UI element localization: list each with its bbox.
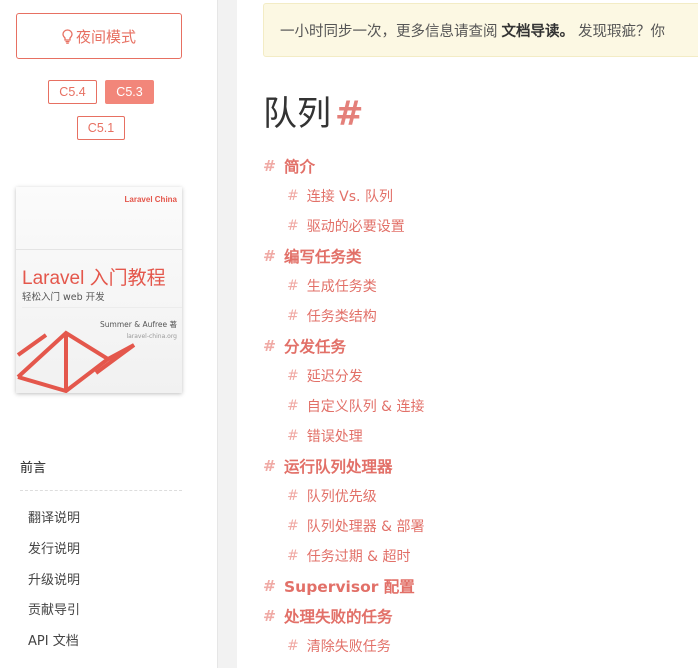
- toc-subitem[interactable]: # 队列处理器 & 部署: [287, 516, 425, 536]
- toc-link[interactable]: 生成任务类: [307, 276, 377, 296]
- version-c54-button[interactable]: C5.4: [48, 80, 97, 104]
- toc-link[interactable]: 错误处理: [307, 426, 363, 446]
- toc-anchor[interactable]: #: [287, 398, 299, 414]
- docs-guide-link[interactable]: 文档导读。: [502, 20, 575, 41]
- notice-text-tail: 发现瑕疵？你: [578, 23, 665, 40]
- toc-subitem[interactable]: # 延迟分发: [287, 366, 363, 386]
- nav-section-heading[interactable]: 前言: [20, 457, 46, 476]
- toc-link[interactable]: 清除失败任务: [307, 636, 391, 656]
- toc-anchor[interactable]: #: [287, 368, 299, 384]
- book-divider: [16, 249, 182, 250]
- toc-item[interactable]: # 运行队列处理器: [263, 455, 393, 477]
- version-c51-button[interactable]: C5.1: [77, 116, 125, 140]
- page-title: 队列 #: [263, 86, 364, 135]
- nav-divider: [20, 490, 182, 491]
- toc-link[interactable]: 队列处理器 & 部署: [307, 516, 425, 536]
- toc-link[interactable]: 运行队列处理器: [284, 455, 393, 477]
- toc-item[interactable]: # Supervisor 配置: [263, 575, 415, 597]
- nav-item-upgrade-guide[interactable]: 升级说明: [28, 569, 80, 588]
- toc-subitem[interactable]: # 连接 Vs. 队列: [287, 186, 393, 206]
- toc-anchor[interactable]: #: [287, 428, 299, 444]
- toc-anchor[interactable]: #: [287, 278, 299, 294]
- toc-link[interactable]: 连接 Vs. 队列: [307, 186, 393, 206]
- toc-anchor[interactable]: #: [287, 488, 299, 504]
- toc-anchor[interactable]: #: [287, 518, 299, 534]
- toc-link[interactable]: 队列优先级: [307, 486, 377, 506]
- toc-item[interactable]: # 编写任务类: [263, 245, 362, 267]
- toc-anchor[interactable]: #: [263, 457, 276, 475]
- toc-subitem[interactable]: # 生成任务类: [287, 276, 377, 296]
- nav-item-contribution-guide[interactable]: 贡献导引: [28, 599, 80, 618]
- toc-subitem[interactable]: # 任务过期 & 超时: [287, 546, 411, 566]
- laravel-logo-icon: [16, 330, 136, 393]
- toc-subitem[interactable]: # 错误处理: [287, 426, 363, 446]
- toc-anchor[interactable]: #: [287, 308, 299, 324]
- sync-notice: 一小时同步一次，更多信息请查阅 文档导读。 发现瑕疵？你: [263, 3, 698, 57]
- toc-subitem[interactable]: # 驱动的必要设置: [287, 216, 405, 236]
- toc-anchor[interactable]: #: [263, 577, 276, 595]
- book-title: Laravel 入门教程: [22, 268, 166, 289]
- title-anchor-link[interactable]: #: [335, 94, 364, 134]
- notice-text: 一小时同步一次，更多信息请查阅: [280, 23, 498, 40]
- book-cover-promo[interactable]: Laravel China Laravel 入门教程 轻松入门 web 开发 S…: [16, 187, 182, 393]
- toc-link[interactable]: 驱动的必要设置: [307, 216, 405, 236]
- toc-anchor[interactable]: #: [287, 548, 299, 564]
- toc-link[interactable]: Supervisor 配置: [284, 575, 415, 597]
- toc-anchor[interactable]: #: [263, 337, 276, 355]
- toc-link[interactable]: 任务过期 & 超时: [307, 546, 411, 566]
- toc-anchor[interactable]: #: [287, 188, 299, 204]
- nav-item-translation-notes[interactable]: 翻译说明: [28, 507, 80, 526]
- toc-link[interactable]: 分发任务: [284, 335, 346, 357]
- toc-anchor[interactable]: #: [287, 638, 299, 654]
- toc-subitem[interactable]: # 任务类结构: [287, 306, 377, 326]
- toc-link[interactable]: 处理失败的任务: [284, 605, 393, 627]
- toc-subitem[interactable]: # 队列优先级: [287, 486, 377, 506]
- toc-subitem[interactable]: # 自定义队列 & 连接: [287, 396, 425, 416]
- main-content: 一小时同步一次，更多信息请查阅 文档导读。 发现瑕疵？你 队列 # # 简介 #…: [237, 0, 698, 668]
- page-title-text: 队列: [263, 94, 331, 134]
- nav-item-release-notes[interactable]: 发行说明: [28, 538, 80, 557]
- toc-subitem[interactable]: # 清除失败任务: [287, 636, 391, 656]
- toc-link[interactable]: 延迟分发: [307, 366, 363, 386]
- version-c53-button[interactable]: C5.3: [105, 80, 154, 104]
- toc-anchor[interactable]: #: [263, 157, 276, 175]
- book-brand: Laravel China: [124, 195, 177, 204]
- toc-anchor[interactable]: #: [263, 247, 276, 265]
- night-mode-button[interactable]: 夜间模式: [16, 13, 182, 59]
- toc-anchor[interactable]: #: [287, 218, 299, 234]
- lightbulb-icon: [62, 28, 73, 44]
- toc-item[interactable]: # 简介: [263, 155, 315, 177]
- nav-item-api-docs[interactable]: API 文档: [28, 630, 79, 649]
- sidebar: 夜间模式 C5.4 C5.3 C5.1 Laravel China Larave…: [0, 0, 218, 668]
- toc-link[interactable]: 简介: [284, 155, 315, 177]
- toc-link[interactable]: 编写任务类: [284, 245, 362, 267]
- book-subtitle: 轻松入门 web 开发: [22, 292, 105, 303]
- toc-link[interactable]: 任务类结构: [307, 306, 377, 326]
- night-mode-label: 夜间模式: [75, 27, 136, 46]
- toc-anchor[interactable]: #: [263, 607, 276, 625]
- toc-link[interactable]: 自定义队列 & 连接: [307, 396, 425, 416]
- toc-item[interactable]: # 处理失败的任务: [263, 605, 393, 627]
- toc-item[interactable]: # 分发任务: [263, 335, 346, 357]
- book-divider: [22, 307, 182, 308]
